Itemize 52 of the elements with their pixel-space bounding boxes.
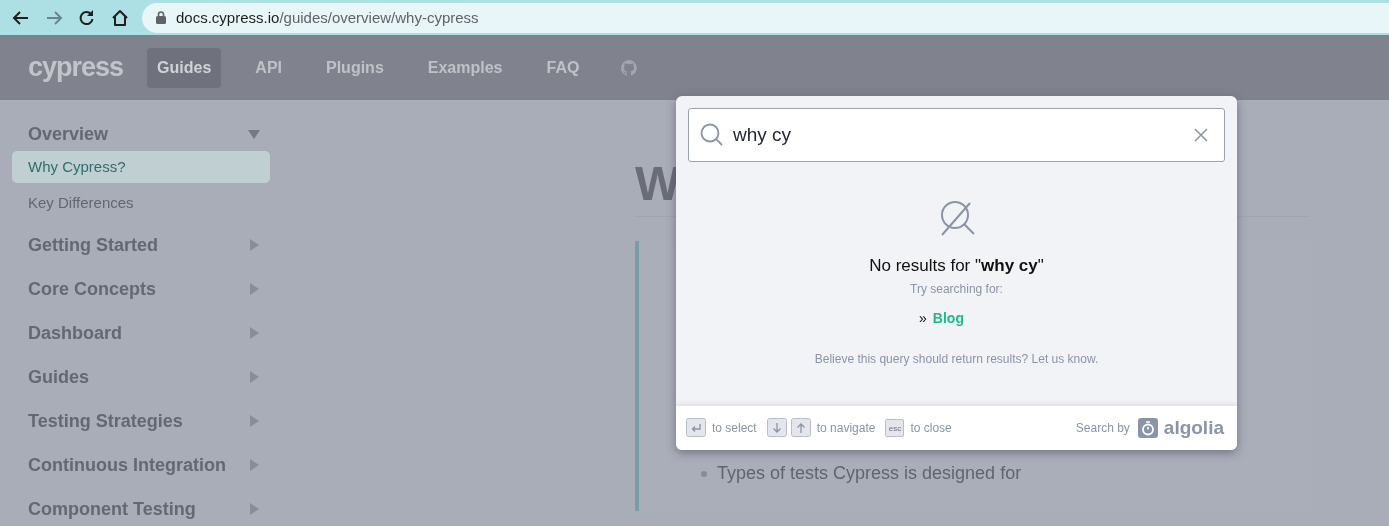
- expand-caret-icon[interactable]: [248, 459, 260, 471]
- sidebar-link[interactable]: Key Differences: [12, 187, 270, 219]
- expand-caret-icon[interactable]: [248, 503, 260, 515]
- suggestion-link[interactable]: Blog: [932, 310, 964, 326]
- cypress-logo[interactable]: cypress: [28, 52, 124, 83]
- key-cap: esc: [885, 419, 905, 437]
- shortcut-label: to select: [712, 421, 757, 435]
- lock-icon: [156, 11, 166, 24]
- address-bar[interactable]: docs.cypress.io/guides/overview/why-cypress: [142, 2, 1389, 33]
- sidebar-section[interactable]: Component Testing: [28, 498, 196, 520]
- algolia-wordmark[interactable]: algolia: [1163, 417, 1224, 439]
- expand-caret-icon[interactable]: [248, 327, 260, 339]
- sidebar-link[interactable]: Why Cypress?: [12, 151, 270, 183]
- list-item-text: Types of tests Cypress is designed for: [717, 463, 1022, 484]
- forward-icon: [44, 8, 63, 27]
- enter-key-icon: [686, 418, 706, 438]
- sidebar-section[interactable]: Guides: [28, 366, 89, 388]
- github-icon[interactable]: [621, 59, 638, 76]
- no-results-message: No results for "why cy": [869, 256, 1044, 276]
- up-arrow-key-icon: [790, 418, 811, 438]
- chevron-icon: »: [919, 310, 927, 326]
- stopwatch-icon[interactable]: [1137, 418, 1158, 438]
- back-icon: [11, 8, 30, 27]
- close-icon[interactable]: [1194, 128, 1208, 142]
- sidebar-section[interactable]: Core Concepts: [28, 278, 157, 300]
- sidebar-section[interactable]: Getting Started: [28, 234, 158, 256]
- down-arrow-key-icon: [766, 418, 787, 438]
- collapse-caret-icon[interactable]: [248, 128, 260, 140]
- expand-caret-icon[interactable]: [248, 371, 260, 383]
- url-text: docs.cypress.io/guides/overview/why-cypress: [176, 9, 479, 26]
- nav-link[interactable]: Guides: [147, 47, 222, 88]
- shortcut-label: to navigate: [816, 421, 876, 435]
- nav-link[interactable]: Plugins: [316, 47, 394, 88]
- shortcut-label: to close: [910, 421, 952, 435]
- reload-icon: [77, 8, 96, 27]
- search-field[interactable]: why cy: [688, 108, 1225, 162]
- bullet-icon: [701, 470, 707, 477]
- nav-link[interactable]: API: [245, 47, 292, 88]
- sidebar-section[interactable]: Testing Strategies: [28, 410, 183, 432]
- sidebar-section[interactable]: Continuous Integration: [28, 454, 226, 476]
- nav-link[interactable]: FAQ: [536, 47, 590, 88]
- expand-caret-icon[interactable]: [248, 415, 260, 427]
- home-icon: [110, 8, 129, 27]
- nav-link[interactable]: Examples: [417, 47, 513, 88]
- sidebar-section[interactable]: Overview: [28, 123, 109, 145]
- hint-text: Try searching for:: [910, 282, 1003, 296]
- sidebar-section[interactable]: Dashboard: [28, 322, 123, 344]
- feedback-text: Believe this query should return results? Let us know.: [814, 352, 1099, 366]
- search-by-label: Search by: [1075, 421, 1130, 435]
- expand-caret-icon[interactable]: [248, 239, 260, 251]
- expand-caret-icon[interactable]: [248, 283, 260, 295]
- search-icon: [700, 123, 724, 147]
